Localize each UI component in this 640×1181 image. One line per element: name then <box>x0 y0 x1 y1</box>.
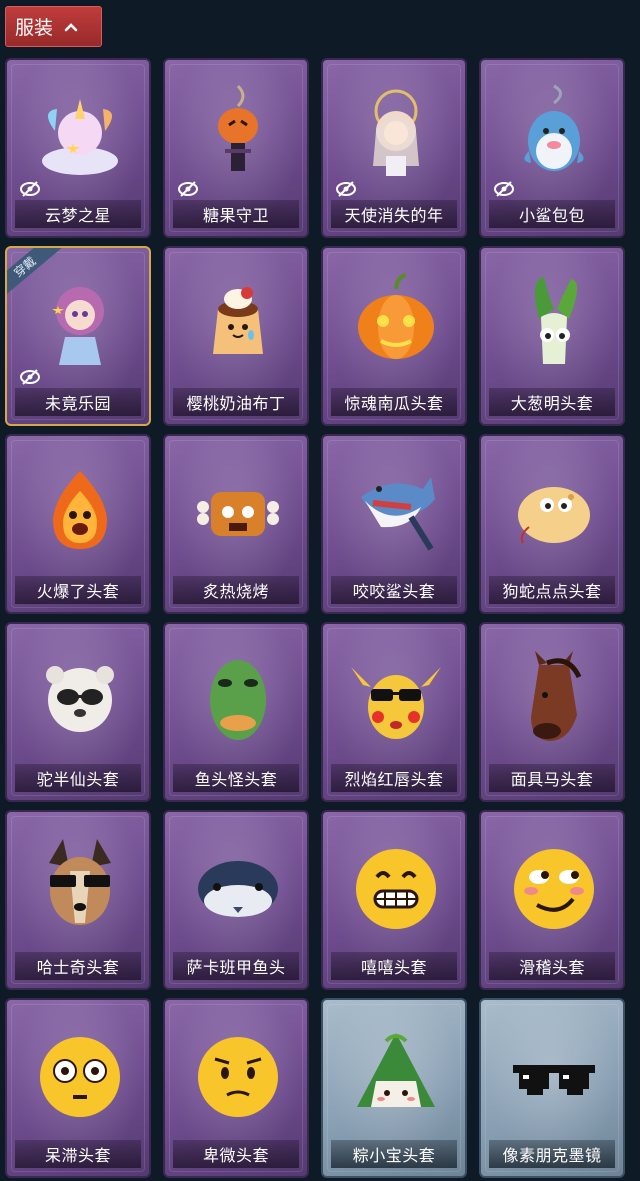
grin-emoji-icon <box>351 828 441 938</box>
costume-card[interactable]: 烈焰红唇头套 <box>321 622 467 802</box>
costume-name: 鱼头怪头套 <box>173 764 299 792</box>
costume-name: 火爆了头套 <box>15 576 141 604</box>
costume-card[interactable]: 嘻嘻头套 <box>321 810 467 990</box>
costume-card[interactable]: 咬咬鲨头套 <box>321 434 467 614</box>
costume-name: 狗蛇点点头套 <box>489 576 615 604</box>
snake-icon <box>509 452 599 562</box>
costume-card[interactable]: 驼半仙头套 <box>5 622 151 802</box>
costume-name: 樱桃奶油布丁 <box>173 388 299 416</box>
costume-card[interactable]: 鱼头怪头套 <box>163 622 309 802</box>
costume-name: 天使消失的年 <box>331 200 457 228</box>
costume-card[interactable]: 天使消失的年 <box>321 58 467 238</box>
costume-card[interactable]: 小鲨包包 <box>479 58 625 238</box>
costume-name: 炙热烧烤 <box>173 576 299 604</box>
doll-icon <box>35 264 125 374</box>
costume-card[interactable]: 萨卡班甲鱼头 <box>163 810 309 990</box>
costume-name: 哈士奇头套 <box>15 952 141 980</box>
costume-name: 咬咬鲨头套 <box>331 576 457 604</box>
costume-card[interactable]: 粽小宝头套 <box>321 998 467 1178</box>
costume-card[interactable]: 樱桃奶油布丁 <box>163 246 309 426</box>
costume-grid: 云梦之星 糖果守卫 天使消失的年 小鲨包包穿戴 未竟乐园 樱桃奶油布丁 惊魂南瓜头套 大葱明头… <box>5 58 635 1178</box>
costume-card[interactable]: 面具马头套 <box>479 622 625 802</box>
costume-card[interactable]: 炙热烧烤 <box>163 434 309 614</box>
costume-card[interactable]: 惊魂南瓜头套 <box>321 246 467 426</box>
eye-slash-icon[interactable] <box>335 178 357 200</box>
funny-emoji-icon <box>509 828 599 938</box>
costume-card[interactable]: 滑稽头套 <box>479 810 625 990</box>
shark-bag-icon <box>509 76 599 186</box>
eye-slash-icon[interactable] <box>19 178 41 200</box>
costume-name: 滑稽头套 <box>489 952 615 980</box>
costume-name: 惊魂南瓜头套 <box>331 388 457 416</box>
costume-dropdown[interactable]: 服装 <box>5 6 102 47</box>
pumpkin-charm-icon <box>193 76 283 186</box>
costume-card[interactable]: 呆滞头套 <box>5 998 151 1178</box>
pikachu-icon <box>351 640 441 750</box>
horse-icon <box>509 640 599 750</box>
costume-name: 萨卡班甲鱼头 <box>173 952 299 980</box>
costume-card[interactable]: 穿戴 未竟乐园 <box>5 246 151 426</box>
costume-name: 卑微头套 <box>173 1140 299 1168</box>
costume-card[interactable]: 卑微头套 <box>163 998 309 1178</box>
costume-card[interactable]: 火爆了头套 <box>5 434 151 614</box>
husky-icon <box>35 828 125 938</box>
angel-doll-icon <box>351 76 441 186</box>
costume-card[interactable]: 像素朋克墨镜 <box>479 998 625 1178</box>
shark-icon <box>351 452 441 562</box>
costume-name: 驼半仙头套 <box>15 764 141 792</box>
costume-card[interactable]: 云梦之星 <box>5 58 151 238</box>
chevron-up-icon <box>64 22 78 31</box>
scallion-icon <box>509 264 599 374</box>
fish-icon <box>193 828 283 938</box>
costume-card[interactable]: 狗蛇点点头套 <box>479 434 625 614</box>
unicorn-icon <box>35 76 125 186</box>
costume-name: 粽小宝头套 <box>331 1140 457 1168</box>
pudding-icon <box>193 264 283 374</box>
costume-name: 嘻嘻头套 <box>331 952 457 980</box>
costume-card[interactable]: 哈士奇头套 <box>5 810 151 990</box>
eye-slash-icon[interactable] <box>177 178 199 200</box>
fire-icon <box>35 452 125 562</box>
stare-emoji-icon <box>35 1016 125 1126</box>
costume-dropdown-label: 服装 <box>15 17 54 39</box>
eye-slash-icon[interactable] <box>19 366 41 388</box>
fish-head-icon <box>193 640 283 750</box>
costume-card[interactable]: 糖果守卫 <box>163 58 309 238</box>
costume-name: 大葱明头套 <box>489 388 615 416</box>
eye-slash-icon[interactable] <box>493 178 515 200</box>
sausage-icon <box>193 452 283 562</box>
pumpkin-icon <box>351 264 441 374</box>
humble-emoji-icon <box>193 1016 283 1126</box>
costume-name: 云梦之星 <box>15 200 141 228</box>
costume-card[interactable]: 大葱明头套 <box>479 246 625 426</box>
costume-name: 面具马头套 <box>489 764 615 792</box>
costume-name: 呆滞头套 <box>15 1140 141 1168</box>
costume-name: 糖果守卫 <box>173 200 299 228</box>
bear-icon <box>35 640 125 750</box>
zongzi-icon <box>351 1016 441 1126</box>
costume-name: 小鲨包包 <box>489 200 615 228</box>
pixel-sunglasses-icon <box>509 1016 599 1126</box>
costume-name: 像素朋克墨镜 <box>489 1140 615 1168</box>
costume-name: 未竟乐园 <box>15 388 141 416</box>
costume-name: 烈焰红唇头套 <box>331 764 457 792</box>
